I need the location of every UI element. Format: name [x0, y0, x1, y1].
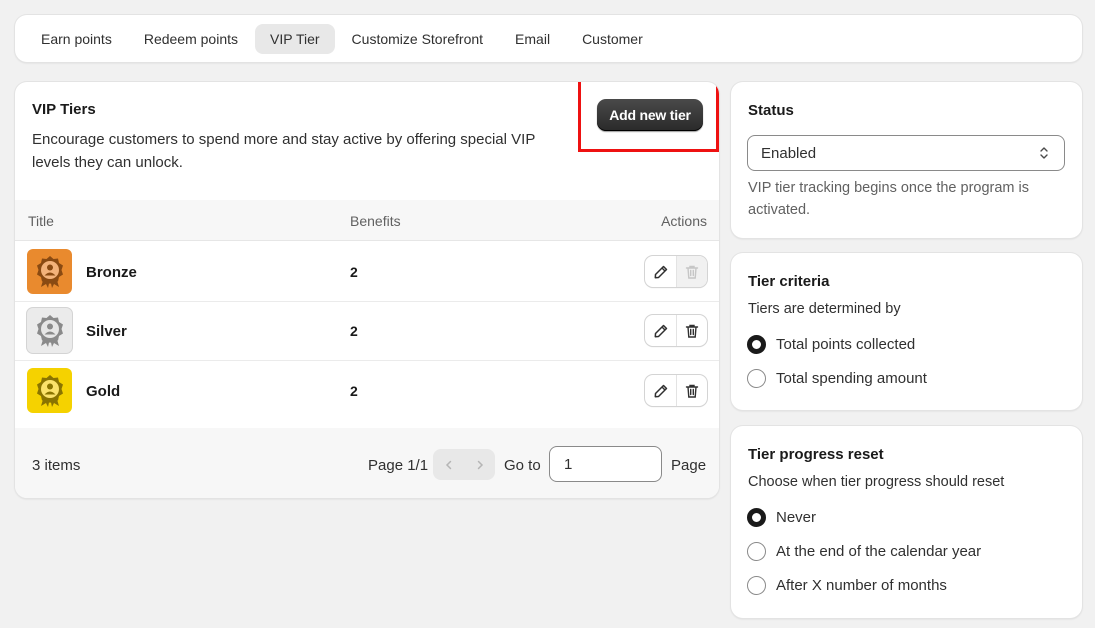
tier-name: Gold — [86, 383, 121, 400]
radio-label: Total points collected — [776, 336, 916, 353]
page-indicator: Page 1/1 — [368, 457, 429, 474]
previous-page-button[interactable] — [433, 449, 464, 480]
radio-button[interactable] — [747, 576, 766, 595]
table-row: Gold 2 — [15, 361, 719, 421]
tier-name: Bronze — [86, 264, 137, 281]
radio-button[interactable] — [747, 369, 766, 388]
edit-button[interactable] — [645, 256, 676, 287]
row-actions — [645, 256, 707, 287]
radio-total-spending[interactable]: Total spending amount — [747, 369, 927, 388]
table-footer: 3 items Page 1/1 Go to Page — [15, 428, 719, 498]
column-benefits: Benefits — [350, 213, 401, 229]
tier-benefits: 2 — [350, 383, 358, 399]
radio-label: Total spending amount — [776, 370, 927, 387]
tab-email[interactable]: Email — [500, 24, 565, 54]
pencil-icon — [654, 384, 667, 397]
radio-never[interactable]: Never — [747, 508, 816, 527]
column-title: Title — [28, 213, 54, 229]
bronze-badge-icon — [27, 249, 72, 294]
page-suffix-label: Page — [671, 457, 707, 474]
table-row: Silver 2 — [15, 301, 719, 361]
next-page-button[interactable] — [464, 449, 495, 480]
tier-criteria-card: Tier criteria Tiers are determined by To… — [731, 253, 1082, 410]
tier-reset-title: Tier progress reset — [748, 446, 884, 463]
tab-bar: Earn points Redeem points VIP Tier Custo… — [15, 15, 1082, 62]
status-card: Status Enabled VIP tier tracking begins … — [731, 82, 1082, 238]
tab-earn-points[interactable]: Earn points — [26, 24, 127, 54]
radio-label: After X number of months — [776, 577, 947, 594]
radio-total-points[interactable]: Total points collected — [747, 335, 915, 354]
tier-criteria-title: Tier criteria — [748, 273, 830, 290]
radio-button-selected[interactable] — [747, 508, 766, 527]
pagination-buttons — [433, 449, 495, 480]
silver-badge-icon — [27, 308, 72, 353]
status-select-value: Enabled — [761, 144, 817, 162]
delete-button[interactable] — [676, 375, 707, 406]
radio-button-selected[interactable] — [747, 335, 766, 354]
tab-customer[interactable]: Customer — [567, 24, 658, 54]
tab-vip-tier[interactable]: VIP Tier — [255, 23, 335, 54]
vip-tiers-description: Encourage customers to spend more and st… — [32, 131, 536, 171]
items-count: 3 items — [32, 457, 81, 474]
radio-label: Never — [776, 509, 817, 526]
tier-benefits: 2 — [350, 264, 358, 280]
tab-customize-storefront[interactable]: Customize Storefront — [337, 24, 499, 54]
tier-progress-reset-card: Tier progress reset Choose when tier pro… — [731, 426, 1082, 618]
row-actions — [645, 315, 707, 346]
highlight-box — [578, 82, 719, 152]
edit-button[interactable] — [645, 375, 676, 406]
radio-button[interactable] — [747, 542, 766, 561]
status-title: Status — [748, 102, 794, 119]
goto-label: Go to — [504, 457, 541, 474]
trash-icon — [685, 265, 699, 279]
chevron-left-icon — [445, 460, 451, 469]
trash-icon — [685, 384, 699, 398]
pencil-icon — [654, 324, 667, 337]
status-help-text: VIP tier tracking begins once the progra… — [748, 180, 1030, 218]
vip-tiers-card: VIP Tiers Encourage customers to spend m… — [15, 82, 719, 498]
pencil-icon — [654, 265, 667, 278]
tier-name: Silver — [86, 323, 127, 340]
gold-badge-icon — [27, 368, 72, 413]
column-actions: Actions — [661, 213, 707, 229]
tier-benefits: 2 — [350, 323, 358, 339]
edit-button[interactable] — [645, 315, 676, 346]
delete-button[interactable] — [676, 256, 707, 287]
chevron-right-icon — [477, 460, 483, 469]
tier-criteria-subtitle: Tiers are determined by — [748, 301, 901, 317]
delete-button[interactable] — [676, 315, 707, 346]
trash-icon — [685, 324, 699, 338]
radio-after-x-months[interactable]: After X number of months — [747, 576, 947, 595]
table-row: Bronze 2 — [15, 242, 719, 302]
select-chevron-icon — [1040, 147, 1048, 159]
status-select[interactable]: Enabled — [747, 135, 1065, 171]
goto-page-input[interactable] — [549, 446, 662, 482]
row-actions — [645, 375, 707, 406]
radio-end-of-year[interactable]: At the end of the calendar year — [747, 542, 981, 561]
vip-tiers-title: VIP Tiers — [32, 101, 96, 118]
tab-redeem-points[interactable]: Redeem points — [129, 24, 253, 54]
radio-label: At the end of the calendar year — [776, 543, 982, 560]
table-header: Title Benefits Actions — [15, 200, 719, 241]
tier-reset-subtitle: Choose when tier progress should reset — [748, 474, 1005, 490]
